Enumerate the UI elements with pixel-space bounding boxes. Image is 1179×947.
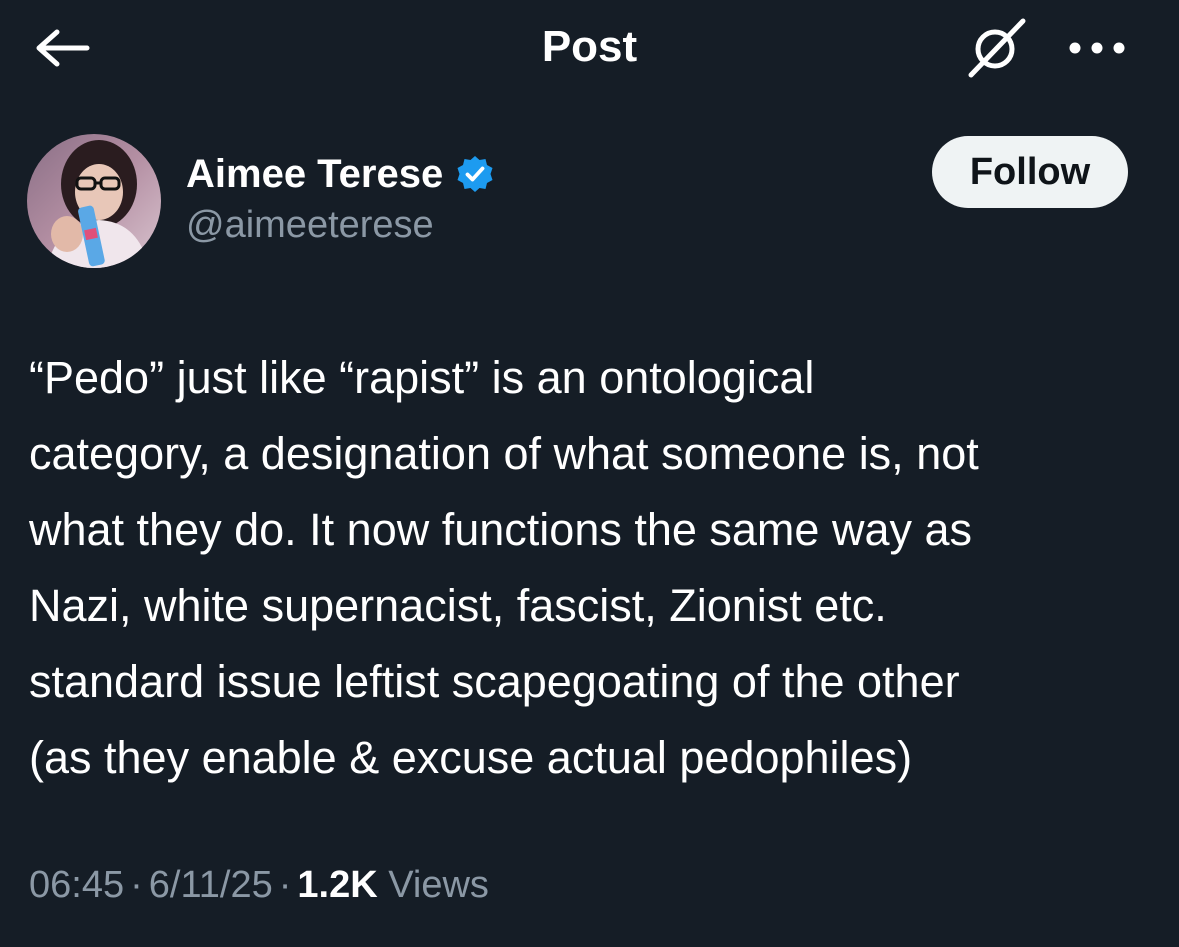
views-label[interactable]: Views [388, 864, 489, 906]
back-button[interactable] [30, 20, 94, 76]
follow-button[interactable]: Follow [932, 136, 1128, 208]
meta-separator: · [278, 864, 292, 906]
tweet-meta: 06:45 · 6/11/25 · 1.2K Views [29, 864, 489, 907]
more-options-button[interactable] [1062, 26, 1132, 70]
author-name-row: Aimee Terese [186, 148, 495, 200]
tweet-text: “Pedo” just like “rapist” is an ontologi… [29, 352, 979, 783]
profile-photo [27, 134, 161, 268]
grok-button[interactable] [962, 14, 1032, 80]
display-name[interactable]: Aimee Terese [186, 152, 443, 197]
tweet-date[interactable]: 6/11/25 [149, 864, 273, 906]
tweet-time[interactable]: 06:45 [29, 864, 124, 906]
avatar[interactable] [27, 134, 161, 268]
grok-icon [968, 18, 1026, 78]
author-handle[interactable]: @aimeeterese [186, 204, 434, 247]
verified-badge-icon[interactable] [455, 154, 495, 194]
views-count[interactable]: 1.2K [297, 864, 377, 906]
arrow-left-icon [36, 29, 90, 67]
top-bar: Post [0, 0, 1179, 96]
more-horizontal-icon [1069, 42, 1125, 54]
meta-separator: · [130, 864, 143, 906]
